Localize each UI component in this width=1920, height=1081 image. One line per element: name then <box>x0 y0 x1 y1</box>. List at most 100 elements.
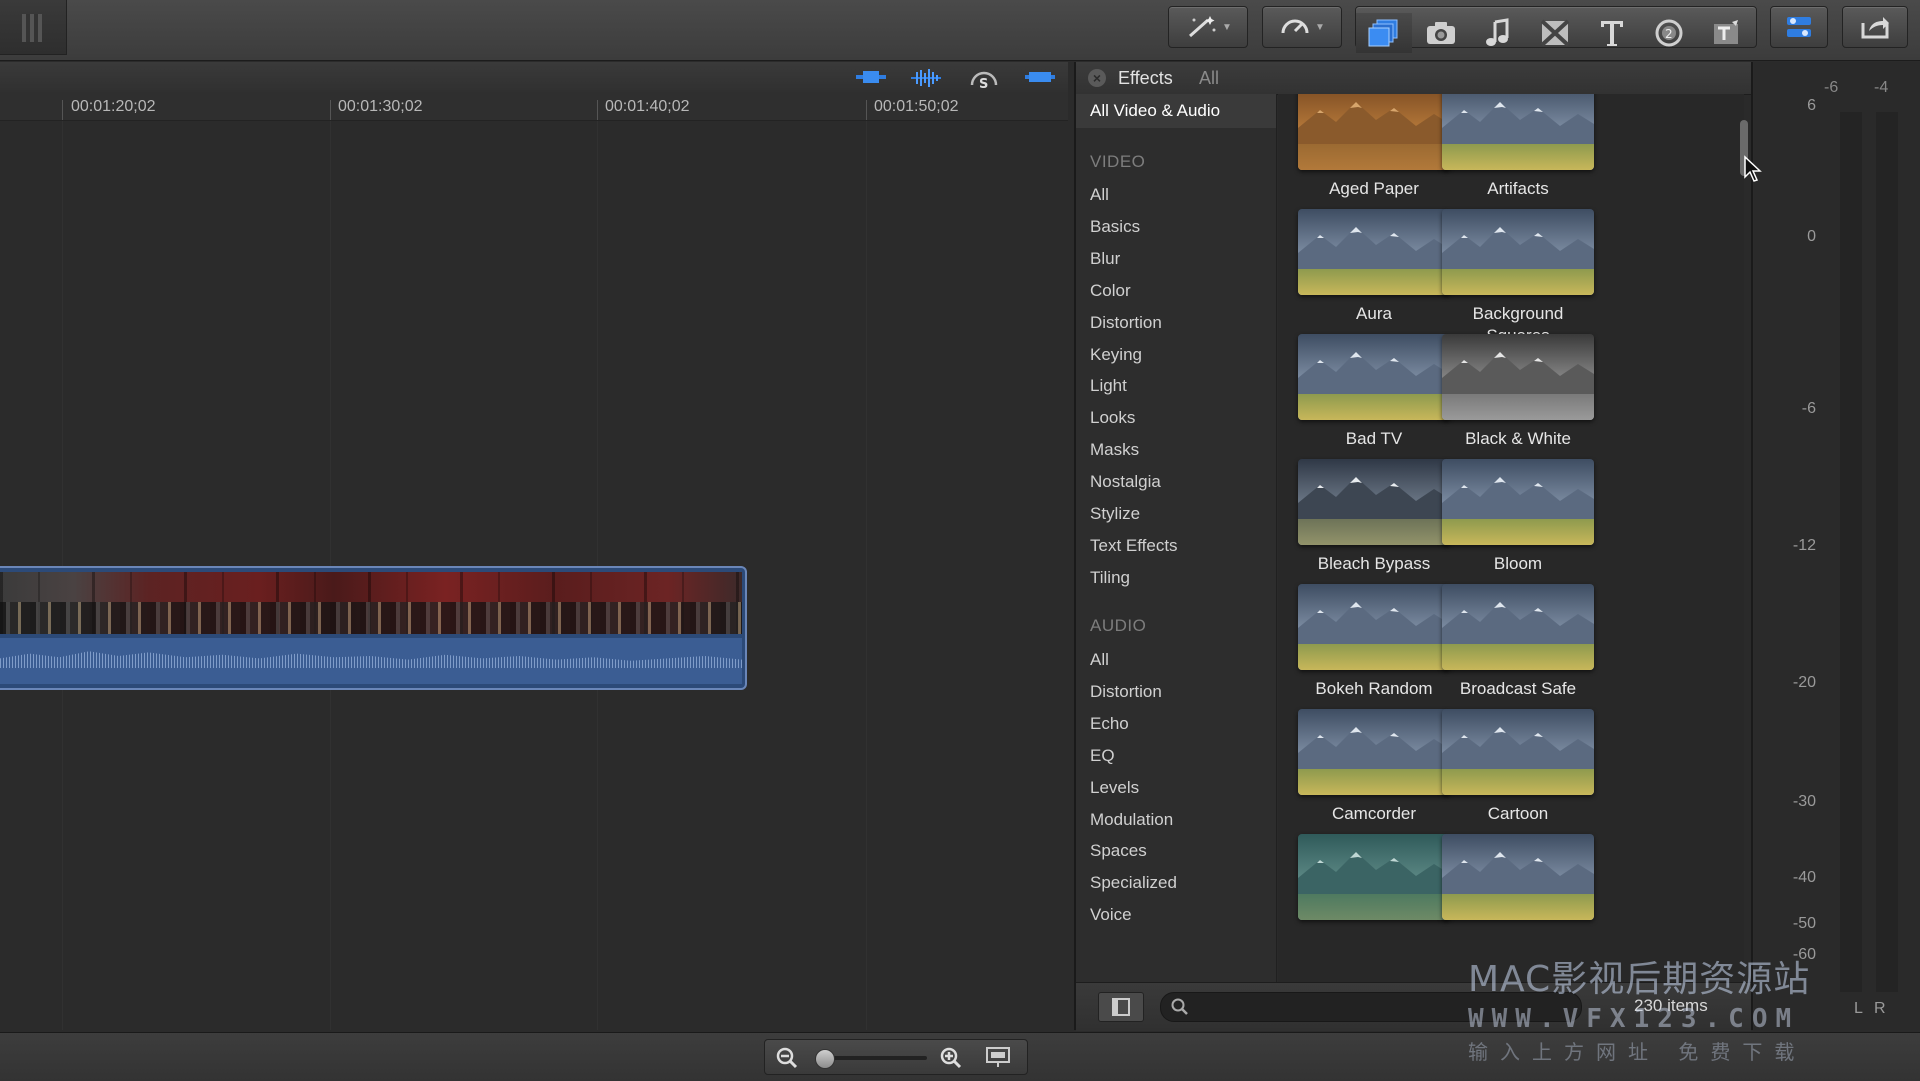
photo-browser-button[interactable] <box>1413 13 1469 53</box>
ruler-tick <box>62 100 63 120</box>
db-scale-label: -6 <box>1801 400 1816 417</box>
effect-thumbnail <box>1298 459 1450 545</box>
effect-thumbnail <box>1298 584 1450 670</box>
audio-category-item[interactable]: All <box>1090 650 1109 670</box>
zoom-slider[interactable] <box>815 1049 927 1069</box>
channel-label-left: L <box>1854 1000 1863 1017</box>
video-category-item[interactable]: Distortion <box>1090 313 1162 333</box>
audio-category-item[interactable]: Spaces <box>1090 841 1147 861</box>
timeline-track-area[interactable] <box>0 121 1068 1030</box>
ruler-tick <box>597 100 598 120</box>
effect-tile[interactable]: Aged Paper <box>1296 94 1452 200</box>
effect-label: Bokeh Random <box>1315 679 1433 698</box>
effect-thumbnail <box>1298 334 1450 420</box>
audio-category-item[interactable]: Specialized <box>1090 873 1177 893</box>
title-t-icon <box>1601 21 1623 46</box>
zoom-in-icon[interactable] <box>939 1046 963 1070</box>
watermark-line-3: 输入上方网址 免费下载 <box>1468 1040 1807 1064</box>
timeline-ruler[interactable]: 00:01:20;02 00:01:30;02 00:01:40;02 00:0… <box>0 92 1068 121</box>
solo-icon[interactable]: S <box>970 69 998 91</box>
toolbar: ▼ ▼ 2 <box>0 0 1920 61</box>
ruler-tick <box>330 100 331 120</box>
video-only-icon[interactable] <box>856 69 886 85</box>
share-button[interactable] <box>1842 6 1908 48</box>
effect-tile[interactable]: Artifacts <box>1440 94 1596 200</box>
video-category-item[interactable]: Text Effects <box>1090 536 1178 556</box>
effects-browser: × Effects All All Video & Audio VIDEO All… <box>1074 62 1753 1031</box>
effect-tile[interactable]: Broadcast Safe <box>1440 584 1596 700</box>
video-category-item[interactable]: Masks <box>1090 440 1139 460</box>
video-clip[interactable] <box>0 566 747 690</box>
video-category-item[interactable]: Looks <box>1090 408 1135 428</box>
effect-thumbnail <box>1442 459 1594 545</box>
video-category-item[interactable]: Keying <box>1090 345 1142 365</box>
svg-text:2: 2 <box>1665 27 1673 41</box>
video-category-item[interactable]: Light <box>1090 376 1127 396</box>
clip-filmstrip <box>0 572 742 634</box>
category-section-header: AUDIO <box>1090 616 1147 635</box>
effect-tile[interactable]: Black & White <box>1440 334 1596 450</box>
close-icon[interactable]: × <box>1088 69 1106 87</box>
audio-category-item[interactable]: Voice <box>1090 905 1132 925</box>
effect-thumbnail <box>1442 584 1594 670</box>
watermark-line-2: WWW.VFX123.COM <box>1468 1004 1800 1034</box>
audio-category-item[interactable]: EQ <box>1090 746 1115 766</box>
video-category-item[interactable]: Basics <box>1090 217 1140 237</box>
snapping-icon[interactable] <box>1025 69 1055 85</box>
db-scale-label: -40 <box>1792 869 1816 886</box>
audio-waveform-icon[interactable] <box>911 69 941 87</box>
titles-browser-button[interactable] <box>1584 13 1640 53</box>
effects-icon <box>1368 19 1398 47</box>
timecode-label: 00:01:30;02 <box>338 98 423 115</box>
video-category-item[interactable]: Nostalgia <box>1090 472 1161 492</box>
audio-category-item[interactable]: Modulation <box>1090 810 1173 830</box>
effect-tile[interactable] <box>1440 834 1596 920</box>
enhance-wand-button[interactable]: ▼ <box>1168 6 1248 48</box>
effect-tile[interactable]: Bloom <box>1440 459 1596 575</box>
video-category-item[interactable]: All <box>1090 185 1109 205</box>
generators-browser-button[interactable]: 2 <box>1641 13 1697 53</box>
effects-title: Effects <box>1118 68 1173 88</box>
retime-button[interactable]: ▼ <box>1262 6 1342 48</box>
chevron-down-icon: ▼ <box>1315 21 1325 33</box>
category-all-video-audio[interactable]: All Video & Audio <box>1090 101 1220 121</box>
effect-tile[interactable]: Bokeh Random <box>1296 584 1452 700</box>
clip-audio-waveform <box>0 638 742 684</box>
video-category-item[interactable]: Color <box>1090 281 1131 301</box>
video-category-item[interactable]: Blur <box>1090 249 1120 269</box>
video-category-item[interactable]: Stylize <box>1090 504 1140 524</box>
effect-label: Camcorder <box>1331 804 1417 823</box>
share-icon <box>1861 17 1889 39</box>
chevron-down-icon: ▼ <box>1222 21 1232 33</box>
timecode-label: 00:01:50;02 <box>874 98 959 115</box>
effect-tile[interactable]: Bad TV <box>1296 334 1452 450</box>
effect-tile[interactable]: Aura <box>1296 209 1452 325</box>
inspector-button[interactable] <box>1770 6 1828 48</box>
themes-browser-button[interactable] <box>1698 13 1754 53</box>
audio-category-item[interactable]: Levels <box>1090 778 1139 798</box>
music-browser-button[interactable] <box>1470 13 1526 53</box>
effect-tile[interactable]: Bleach Bypass <box>1296 459 1452 575</box>
effects-grid[interactable]: Aged Paper Artifacts Aura Background Square… <box>1278 94 1744 982</box>
effect-tile[interactable]: Background Squares <box>1440 209 1596 347</box>
effect-thumbnail <box>1298 209 1450 295</box>
meter-top-label: -6 <box>1824 79 1839 96</box>
effect-tile[interactable]: Camcorder <box>1296 709 1452 825</box>
effect-thumbnail <box>1442 709 1594 795</box>
audio-category-item[interactable]: Distortion <box>1090 682 1162 702</box>
db-scale-label: -20 <box>1792 674 1816 691</box>
sidebar-toggle-button[interactable] <box>1098 992 1144 1022</box>
zoom-slider-knob[interactable] <box>815 1049 835 1069</box>
effect-thumbnail <box>1442 334 1594 420</box>
video-category-item[interactable]: Tiling <box>1090 568 1130 588</box>
audio-category-item[interactable]: Echo <box>1090 714 1129 734</box>
zoom-out-icon[interactable] <box>775 1046 799 1070</box>
effects-filter[interactable]: All <box>1199 68 1219 89</box>
effects-category-sidebar: All Video & Audio VIDEO All Basics Blur Colo… <box>1076 94 1277 982</box>
effect-tile[interactable]: Cartoon <box>1440 709 1596 825</box>
event-thumbnail[interactable] <box>0 0 67 55</box>
effects-browser-button[interactable] <box>1356 13 1412 53</box>
effect-tile[interactable] <box>1296 834 1452 920</box>
clip-appearance-icon[interactable] <box>985 1045 1011 1069</box>
transitions-browser-button[interactable] <box>1527 13 1583 53</box>
